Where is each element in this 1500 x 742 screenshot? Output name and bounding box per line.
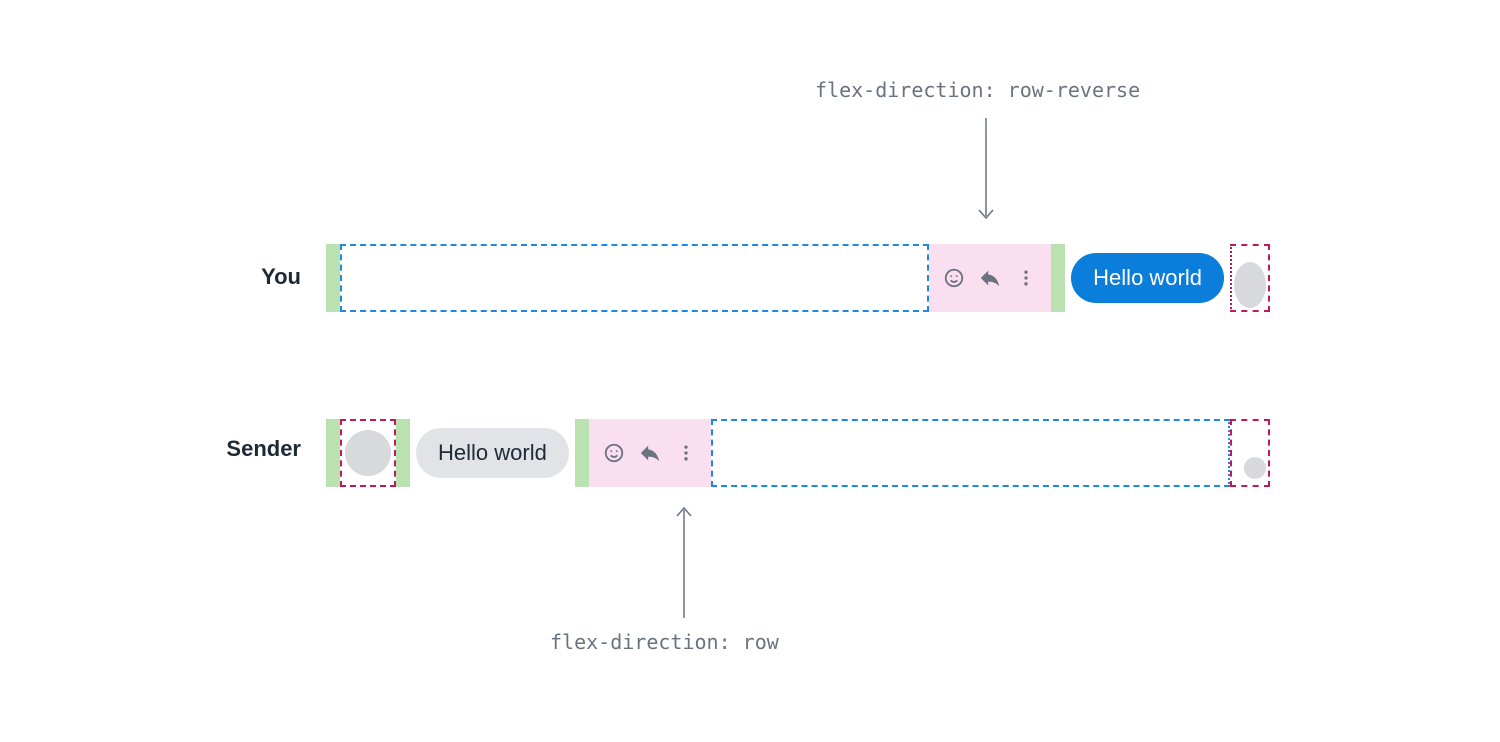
gap-strip <box>396 419 410 487</box>
gap-strip <box>326 419 340 487</box>
arrow-up-icon <box>674 500 694 620</box>
avatar-slot-leading <box>340 419 396 487</box>
message-text: Hello world <box>1093 265 1202 291</box>
message-bubble-sender: Hello world <box>416 428 569 478</box>
avatar-placeholder <box>345 430 391 476</box>
message-text: Hello world <box>438 440 547 466</box>
label-sender: Sender <box>221 436 301 462</box>
more-vertical-icon[interactable] <box>1015 267 1037 289</box>
annotation-row: flex-direction: row <box>550 630 779 654</box>
reply-icon[interactable] <box>979 267 1001 289</box>
avatar-placeholder <box>1244 457 1266 479</box>
avatar-placeholder <box>1234 262 1266 308</box>
gap-strip <box>1051 244 1065 312</box>
arrow-down-icon <box>976 118 996 228</box>
message-actions <box>929 244 1051 312</box>
message-row-sender: Hello world <box>326 419 1270 487</box>
gap-strip <box>575 419 589 487</box>
message-actions <box>589 419 711 487</box>
gap-strip <box>326 244 340 312</box>
annotation-row-reverse: flex-direction: row-reverse <box>815 78 1140 102</box>
reply-icon[interactable] <box>639 442 661 464</box>
emoji-smile-icon[interactable] <box>603 442 625 464</box>
flex-spacer <box>711 419 1230 487</box>
message-bubble-you: Hello world <box>1071 253 1224 303</box>
label-you: You <box>251 264 301 290</box>
more-vertical-icon[interactable] <box>675 442 697 464</box>
avatar-slot-trailing <box>1230 244 1270 312</box>
emoji-smile-icon[interactable] <box>943 267 965 289</box>
message-row-you: Hello world <box>326 244 1270 312</box>
flex-spacer <box>340 244 929 312</box>
avatar-slot-trailing <box>1230 419 1270 487</box>
